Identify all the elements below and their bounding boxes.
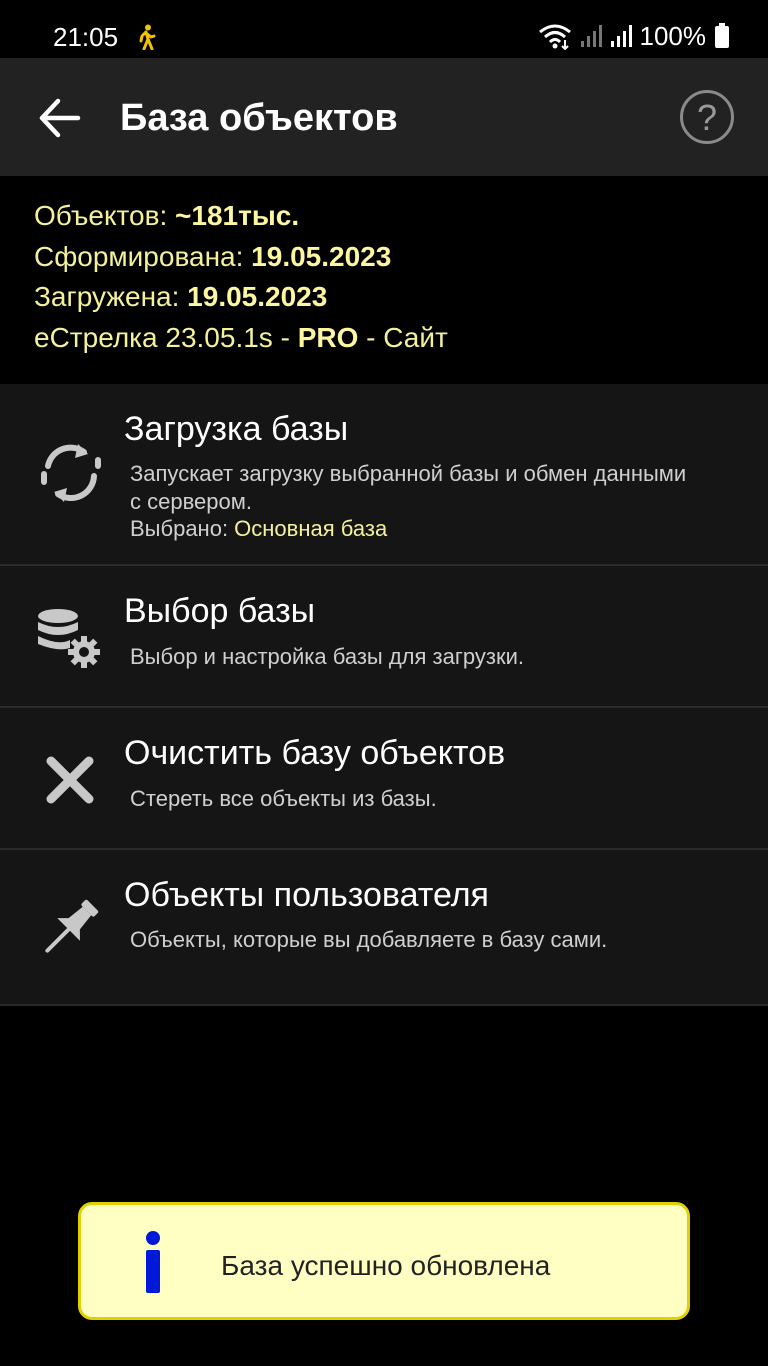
menu-item-title: Очистить базу объектов (124, 734, 506, 772)
menu-item-clear-database[interactable]: Очистить базу объектов Стереть все объек… (0, 708, 768, 850)
database-settings-icon (38, 609, 100, 668)
signal-icon-2 (610, 25, 632, 47)
close-icon (46, 756, 94, 804)
status-time: 21:05 (53, 22, 119, 52)
pro-label[interactable]: PRO (298, 322, 359, 353)
formed-date-label: Сформирована: (34, 240, 252, 272)
menu-item-description: Выбор и настройка базы для загрузки. (130, 644, 524, 669)
signal-icon (580, 25, 602, 47)
version-text: еСтрелка 23.05.1s - (34, 321, 298, 353)
version-line: еСтрелка 23.05.1s - PRO - Сайт (34, 318, 448, 359)
formed-date-line: Сформирована: 19.05.2023 (34, 237, 448, 278)
info-icon (146, 1231, 160, 1293)
toast-message: База успешно обновлена (221, 1250, 551, 1281)
walking-person-icon (139, 24, 156, 50)
objects-count-label: Объектов: (34, 200, 176, 231)
objects-count-value: ~181тыс. (175, 200, 300, 231)
menu-item-title: Загрузка базы (124, 410, 349, 448)
loaded-date-line: Загружена: 19.05.2023 (34, 277, 448, 318)
objects-count-line: Объектов: ~181тыс. (34, 196, 448, 237)
menu-item-title: Выбор базы (124, 592, 316, 630)
loaded-date-label: Загружена: (34, 281, 188, 312)
menu-item-description: Запускает загрузку выбранной базы и обме… (130, 460, 690, 543)
description-text: Запускает загрузку выбранной базы и обме… (130, 461, 687, 514)
loaded-date-value: 19.05.2023 (187, 281, 328, 312)
arrow-left-icon (39, 98, 81, 138)
menu-item-user-objects[interactable]: Объекты пользователя Объекты, которые вы… (0, 850, 768, 1006)
menu-item-description: Стереть все объекты из базы. (130, 786, 437, 811)
selected-database-line: Выбрано: Основная база (130, 515, 690, 543)
status-bar: 21:05 100% (0, 0, 768, 58)
wifi-icon (538, 24, 571, 50)
database-info: Объектов: ~181тыс. Сформирована: 19.05.2… (34, 196, 448, 358)
pushpin-icon (45, 899, 99, 953)
app-bar: База объектов ? (0, 58, 768, 176)
menu-item-load-database[interactable]: Загрузка базы Запускает загрузку выбранн… (0, 384, 768, 566)
selected-database-value: Основная база (234, 516, 388, 541)
status-right-group: 100% (538, 20, 731, 52)
menu-item-title: Объекты пользователя (124, 876, 489, 914)
formed-date-value: 19.05.2023 (251, 240, 392, 272)
menu-item-description: Объекты, которые вы добавляете в базу са… (130, 927, 608, 952)
back-button[interactable] (30, 88, 90, 148)
battery-percent: 100% (639, 20, 707, 51)
page-title: База объектов (120, 97, 398, 139)
menu-item-select-database[interactable]: Выбор базы Выбор и настройка базы для за… (0, 566, 768, 708)
success-toast: База успешно обновлена (78, 1202, 690, 1320)
site-link[interactable]: - Сайт (358, 322, 448, 353)
sync-icon (41, 444, 101, 502)
selected-label: Выбрано: (130, 516, 235, 541)
battery-icon (715, 23, 729, 48)
help-button[interactable]: ? (680, 90, 734, 144)
